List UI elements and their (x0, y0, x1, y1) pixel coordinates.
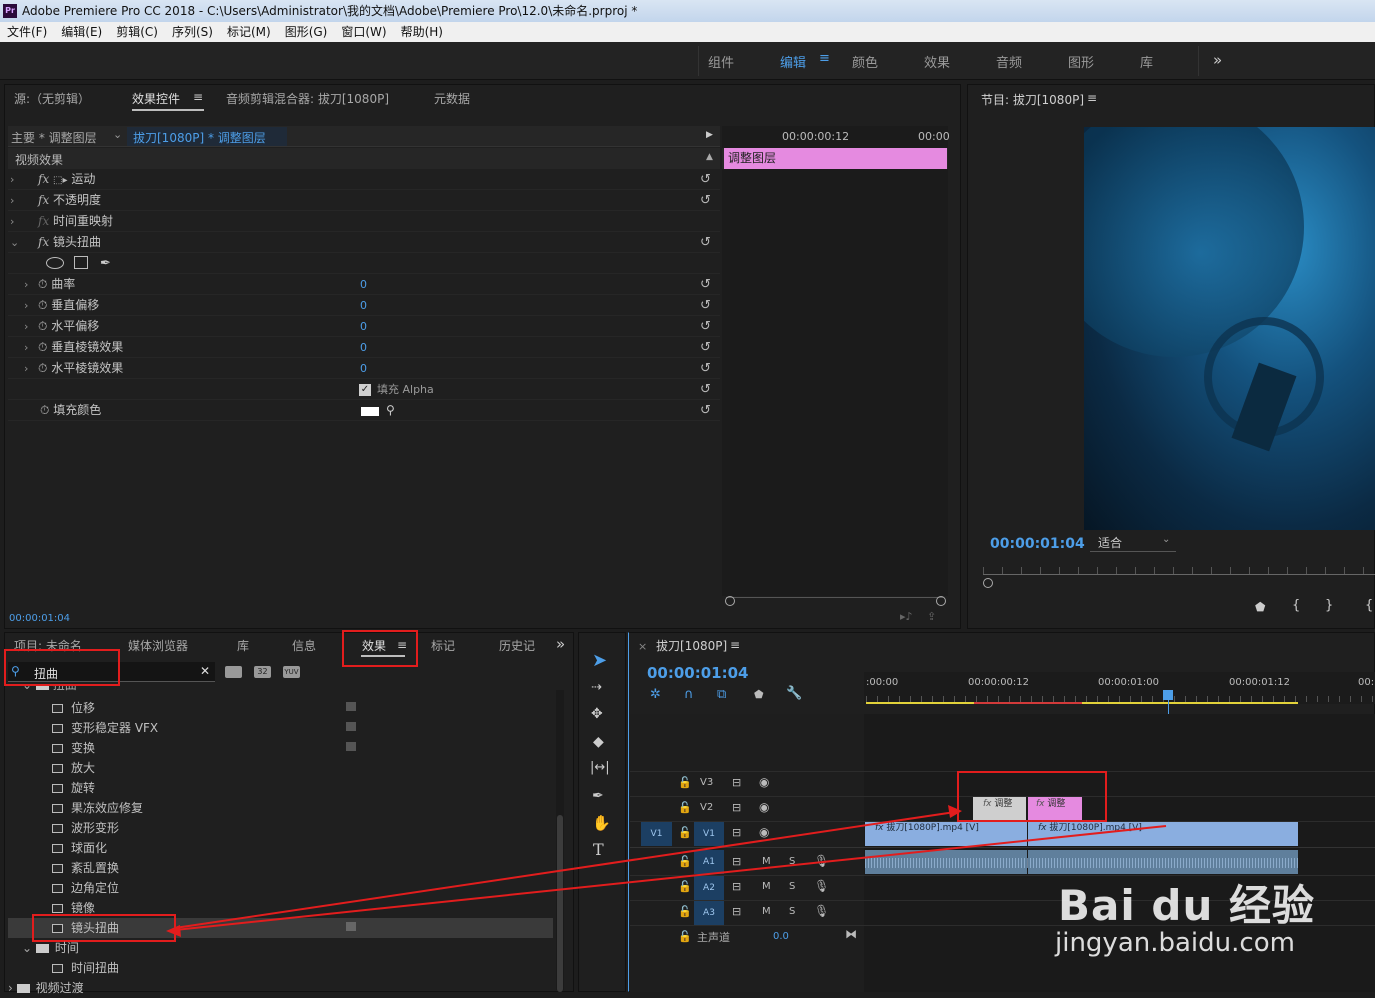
annotation-arrows (166, 805, 1167, 937)
watermark-logo: Bai du 经验 (1058, 881, 1315, 930)
watermark-url: jingyan.baidu.com (1055, 928, 1295, 958)
